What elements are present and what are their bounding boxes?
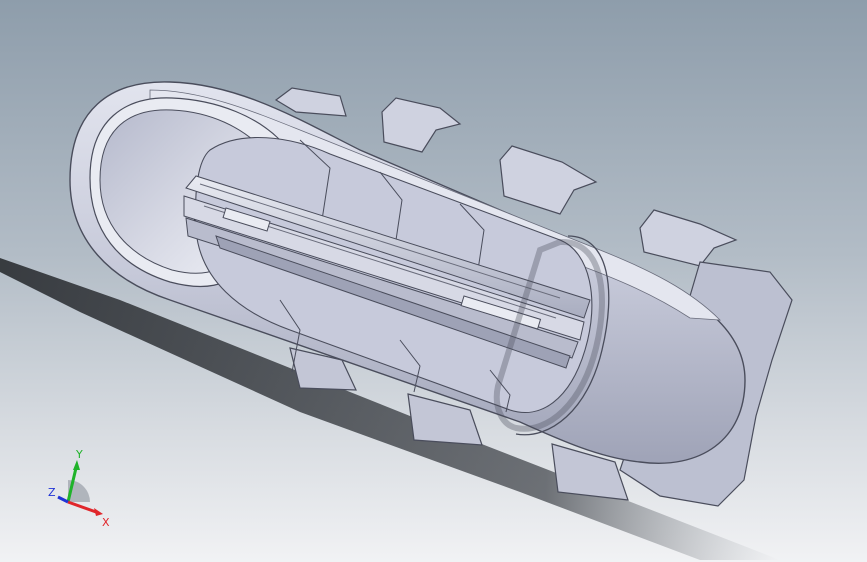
axis-triad: Y X Z <box>48 448 110 529</box>
z-axis-line <box>57 495 69 504</box>
y-axis-arrow <box>73 460 80 470</box>
y-axis-label: Y <box>75 448 83 461</box>
x-axis-label: X <box>102 516 110 529</box>
model-viewport[interactable] <box>0 0 867 562</box>
x-axis-line <box>67 500 97 514</box>
x-axis-arrow <box>94 508 103 516</box>
z-axis-label: Z <box>48 486 56 499</box>
